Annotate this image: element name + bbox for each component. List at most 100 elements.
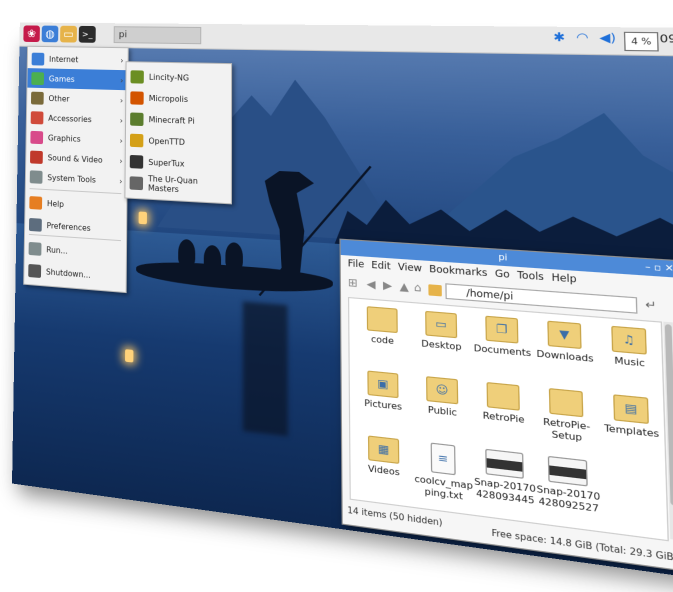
close-icon[interactable]: ✕: [665, 263, 673, 274]
menu-edit[interactable]: Edit: [371, 260, 391, 272]
volume-icon[interactable]: ◀): [599, 30, 616, 45]
main-menu: Internet › Games › Other › Accessories › Graphic…: [23, 45, 129, 294]
file-item[interactable]: ▼ Downloads: [531, 319, 599, 366]
file-item[interactable]: ▤ Templates: [596, 393, 667, 442]
wallpaper-reflection: [242, 301, 288, 437]
file-item-label: Videos: [367, 463, 400, 478]
submenu-item-label: OpenTTD: [148, 135, 185, 147]
maximize-icon[interactable]: ▫: [654, 262, 662, 273]
menu-item-label: Other: [48, 93, 70, 104]
menu-help[interactable]: Help: [551, 273, 576, 286]
submenu-item-the-ur-quan-masters[interactable]: The Ur-Quan Masters: [125, 172, 230, 198]
menu-item-preferences[interactable]: Preferences: [25, 214, 126, 241]
folder-icon: ▭: [63, 27, 74, 41]
minimize-icon[interactable]: –: [645, 261, 651, 272]
bluetooth-icon[interactable]: ✱: [553, 30, 565, 45]
chevron-right-icon: ›: [119, 95, 124, 105]
file-item-label: RetroPie-Setup: [543, 416, 591, 444]
folder-glyph: [488, 383, 519, 409]
terminal-launcher[interactable]: >_: [78, 25, 96, 43]
file-item-label: Downloads: [536, 348, 594, 365]
submenu-item-minecraft-pi[interactable]: Minecraft Pi: [126, 108, 231, 132]
film-icon: [30, 150, 43, 164]
chevron-right-icon: ›: [119, 176, 123, 186]
file-item[interactable]: ☺ Public: [410, 375, 474, 421]
menu-tools[interactable]: Tools: [517, 270, 544, 283]
chevron-right-icon: ›: [120, 75, 124, 85]
web-browser-launcher[interactable]: ◍: [41, 25, 59, 43]
taskbar-task-label: pi: [118, 30, 128, 41]
urquan-icon: [129, 175, 143, 190]
alien-icon: [31, 71, 45, 85]
home-icon[interactable]: ⌂: [414, 282, 422, 295]
clock[interactable]: 09:28: [660, 33, 673, 46]
raspberry-menu-button[interactable]: ❀: [23, 25, 40, 43]
file-item-label: coolcv_map ping.txt: [414, 473, 473, 502]
menu-go[interactable]: Go: [495, 269, 510, 281]
folder-glyph: [550, 389, 582, 416]
wifi-icon[interactable]: ◠: [576, 30, 589, 45]
file-item-label: Templates: [604, 422, 660, 440]
file-manager-launcher[interactable]: ▭: [60, 25, 77, 43]
submenu-item-micropolis[interactable]: Micropolis: [126, 87, 231, 110]
menu-item-label: Shutdown...: [45, 266, 91, 280]
submenu-item-label: The Ur-Quan Masters: [147, 174, 198, 195]
file-item-label: Desktop: [421, 338, 462, 353]
folder-glyph: [368, 307, 397, 332]
menu-item-games[interactable]: Games ›: [27, 68, 128, 91]
menu-item-label: Help: [46, 198, 64, 209]
file-item[interactable]: ♫ Music: [594, 324, 665, 371]
image-file-icon: [485, 448, 524, 479]
file-item[interactable]: code: [352, 305, 414, 349]
music-folder-icon: ♫: [611, 325, 647, 355]
file-item[interactable]: ▣ Pictures: [352, 369, 414, 415]
menu-item-system-tools[interactable]: System Tools ›: [26, 166, 127, 191]
chevron-right-icon: ›: [119, 135, 123, 145]
globe-icon: [31, 52, 45, 66]
go-icon[interactable]: ↵: [645, 299, 657, 313]
micropolis-icon: [130, 90, 144, 105]
public-folder-icon: ☺: [426, 376, 459, 405]
chevron-right-icon: ›: [119, 155, 123, 166]
menu-file[interactable]: File: [348, 259, 365, 271]
file-item[interactable]: ▭ Desktop: [409, 310, 473, 355]
folder-glyph: ▣: [377, 377, 389, 392]
menu-view[interactable]: View: [398, 262, 422, 275]
up-icon[interactable]: ▲: [400, 281, 409, 294]
wallpaper-cormorant: [178, 238, 196, 268]
new-tab-icon[interactable]: ⊞: [348, 277, 358, 290]
menu-bookmarks[interactable]: Bookmarks: [429, 264, 487, 279]
home-folder-icon: [428, 284, 442, 297]
file-item[interactable]: Snap-20170 428093445: [471, 447, 538, 508]
file-item[interactable]: ❐ Documents: [469, 314, 535, 360]
folder-icon: [486, 382, 520, 411]
file-item[interactable]: ≡ coolcv_map ping.txt: [411, 440, 476, 504]
forward-icon[interactable]: ▶: [383, 280, 392, 293]
file-item[interactable]: RetroPie-Setup: [532, 386, 601, 446]
file-item[interactable]: ▦ Videos: [353, 434, 416, 481]
folder-glyph: ▤: [624, 401, 638, 417]
folder-glyph: ❐: [496, 322, 508, 337]
file-view: code ▭ Desktop ❐ Documents ▼ Downloads ♫ Music ▣ P…: [347, 296, 669, 542]
submenu-item-label: SuperTux: [148, 157, 185, 169]
file-item-label: Snap-20170 428092527: [536, 483, 601, 515]
submenu-item-lincity-ng[interactable]: Lincity-NG: [126, 66, 231, 89]
menu-item-label: Accessories: [48, 113, 92, 124]
terminal-icon: >_: [81, 29, 93, 39]
file-item-label: RetroPie: [482, 410, 525, 426]
wallpaper-cormorant: [203, 244, 222, 274]
cpu-monitor[interactable]: 4 %: [623, 31, 659, 52]
cpu-value: 4 %: [631, 36, 652, 47]
power-icon: [28, 263, 42, 278]
back-icon[interactable]: ◀: [366, 279, 375, 292]
menu-item-label: Internet: [49, 54, 79, 64]
folder-glyph: ☺: [435, 383, 449, 398]
file-item[interactable]: RetroPie: [470, 380, 537, 427]
window-controls: – ▫ ✕: [645, 259, 673, 277]
file-item[interactable]: Snap-20170 428092527: [534, 454, 604, 516]
folder-glyph: ▼: [559, 327, 570, 342]
wallpaper-lantern: [138, 211, 147, 225]
taskbar-task-pi[interactable]: pi: [113, 26, 202, 45]
menu-item-internet[interactable]: Internet ›: [28, 49, 128, 71]
file-item-label: Music: [614, 355, 646, 369]
